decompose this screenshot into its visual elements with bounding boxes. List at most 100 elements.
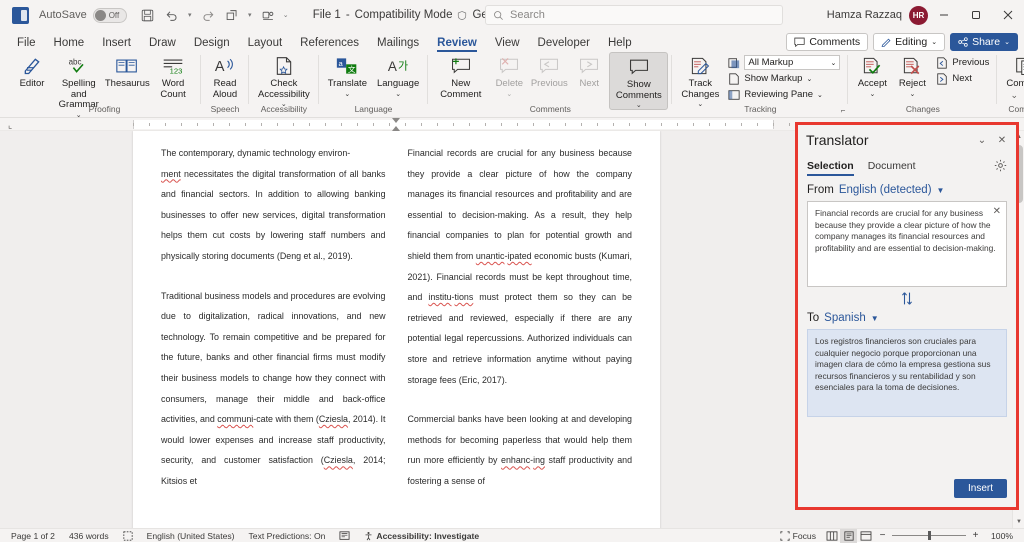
autosave-toggle[interactable]: Off: [93, 8, 127, 23]
accept-button[interactable]: Accept ⌄: [852, 52, 892, 98]
touch-mode-icon[interactable]: [257, 4, 279, 26]
zoom-thumb[interactable]: [928, 531, 931, 540]
tab-draw[interactable]: Draw: [140, 36, 185, 52]
print-layout-button[interactable]: [840, 529, 857, 543]
reject-button[interactable]: Reject ⌄: [892, 52, 932, 98]
save-icon[interactable]: [137, 4, 159, 26]
chevron-down-icon[interactable]: ▼: [937, 186, 945, 195]
gear-icon[interactable]: [994, 159, 1007, 172]
source-text-box[interactable]: Financial records are crucial for any bu…: [807, 201, 1007, 287]
tracking-dialog-launcher-icon[interactable]: ⌐: [841, 106, 846, 115]
word-count-indicator[interactable]: 436 words: [62, 529, 116, 543]
check-accessibility-button[interactable]: Check Accessibility ⌄: [253, 52, 315, 108]
tab-selection[interactable]: Selection: [807, 160, 854, 176]
tab-layout[interactable]: Layout: [239, 36, 292, 52]
tab-references[interactable]: References: [291, 36, 368, 52]
from-language-row[interactable]: From English (detected) ▼: [807, 184, 1007, 196]
repeat-dropdown-icon[interactable]: ▾: [245, 11, 255, 19]
focus-mode-button[interactable]: Focus: [773, 529, 823, 543]
to-language-row[interactable]: To Spanish ▼: [807, 312, 1007, 324]
new-comment-button[interactable]: New Comment: [432, 52, 489, 100]
tab-review[interactable]: Review: [428, 36, 486, 52]
translator-pane-body: Selection Document From English (detecte…: [798, 155, 1016, 507]
clear-source-icon[interactable]: ✕: [993, 206, 1001, 218]
editing-mode-button[interactable]: Editing ⌄: [873, 33, 945, 51]
tab-file[interactable]: File: [8, 36, 45, 52]
zoom-track[interactable]: [892, 535, 966, 536]
markup-display-row[interactable]: All Markup ⌄: [724, 55, 844, 70]
source-text: Financial records are crucial for any bu…: [815, 208, 996, 253]
translated-text-box[interactable]: Los registros financieros son cruciales …: [807, 329, 1007, 417]
tab-design[interactable]: Design: [185, 36, 239, 52]
language-button[interactable]: A가 Language ⌄: [372, 52, 424, 98]
reviewing-pane-button[interactable]: Reviewing Pane ⌄: [724, 87, 844, 102]
page-indicator[interactable]: Page 1 of 2: [4, 529, 62, 543]
new-comment-icon: [450, 55, 472, 77]
next-change-button[interactable]: Next: [932, 71, 993, 86]
markup-display-select[interactable]: All Markup ⌄: [744, 55, 840, 70]
tab-insert[interactable]: Insert: [93, 36, 140, 52]
customize-quick-access-icon[interactable]: ⌄: [281, 11, 291, 19]
quick-access-toolbar: ▾ ▾ ⌄: [137, 4, 291, 26]
editor-button[interactable]: Editor: [12, 52, 52, 90]
read-aloud-button[interactable]: A Read Aloud: [205, 52, 245, 100]
document-page[interactable]: The contemporary, dynamic technology env…: [133, 131, 660, 528]
scroll-down-icon[interactable]: ▼: [1013, 516, 1024, 528]
avatar[interactable]: HR: [909, 6, 928, 25]
translator-pane-header: Translator ⌄ ✕: [798, 125, 1016, 155]
redo-icon[interactable]: [197, 4, 219, 26]
minimize-button[interactable]: [928, 0, 960, 30]
proofing-status-icon[interactable]: [116, 529, 140, 543]
read-mode-button[interactable]: [823, 529, 840, 543]
tab-view[interactable]: View: [486, 36, 529, 52]
display-settings-icon[interactable]: [332, 529, 357, 543]
zoom-out-button[interactable]: −: [878, 530, 887, 541]
language-indicator[interactable]: English (United States): [140, 529, 242, 543]
share-button[interactable]: Share ⌄: [950, 33, 1018, 51]
zoom-in-button[interactable]: +: [971, 530, 980, 541]
focus-label: Focus: [793, 531, 816, 541]
undo-icon[interactable]: [161, 4, 183, 26]
tab-stop-selector-icon[interactable]: ⌞: [8, 120, 12, 131]
web-layout-button[interactable]: [857, 529, 874, 543]
tab-help[interactable]: Help: [599, 36, 641, 52]
search-input[interactable]: Search: [485, 5, 783, 25]
track-changes-button[interactable]: Track Changes ⌄: [676, 52, 724, 108]
tab-developer[interactable]: Developer: [529, 36, 599, 52]
previous-change-button[interactable]: Previous: [932, 55, 993, 70]
close-pane-icon[interactable]: ✕: [992, 130, 1012, 150]
accessibility-label: Accessibility: Investigate: [376, 531, 479, 541]
indent-markers[interactable]: [392, 118, 401, 131]
translate-button[interactable]: a文 Translate ⌄: [323, 52, 372, 98]
show-markup-button[interactable]: Show Markup ⌄: [724, 71, 844, 86]
pane-options-chevron-icon[interactable]: ⌄: [972, 130, 992, 150]
zoom-slider[interactable]: − +: [874, 530, 984, 541]
tab-mailings[interactable]: Mailings: [368, 36, 428, 52]
next-change-icon: [936, 73, 948, 85]
word-logo-icon: [12, 7, 29, 24]
restore-button[interactable]: [960, 0, 992, 30]
undo-dropdown-icon[interactable]: ▾: [185, 11, 195, 19]
from-language-value[interactable]: English (detected): [839, 184, 932, 196]
zoom-level-label[interactable]: 100%: [984, 529, 1020, 543]
check-accessibility-label: Check Accessibility: [258, 79, 310, 100]
thesaurus-button[interactable]: Thesaurus: [105, 52, 149, 90]
accessibility-indicator[interactable]: Accessibility: Investigate: [357, 529, 486, 543]
pencil-icon: [881, 37, 891, 47]
tab-home[interactable]: Home: [45, 36, 94, 52]
swap-languages-button[interactable]: [807, 287, 1007, 309]
comments-button[interactable]: Comments: [786, 33, 868, 51]
show-comments-button[interactable]: Show Comments ⌄: [609, 52, 668, 110]
language-label: Language: [377, 79, 419, 90]
repeat-icon[interactable]: [221, 4, 243, 26]
user-account-area[interactable]: Hamza Razzaq HR: [827, 0, 928, 30]
insert-button[interactable]: Insert: [954, 479, 1007, 498]
chevron-down-icon: ⌄: [931, 38, 937, 46]
close-button[interactable]: [992, 0, 1024, 30]
to-language-value[interactable]: Spanish: [824, 312, 866, 324]
chevron-down-icon[interactable]: ▼: [871, 314, 879, 323]
tab-document[interactable]: Document: [868, 160, 916, 176]
collapse-ribbon-icon[interactable]: ⌄: [1010, 90, 1018, 101]
text-predictions-indicator[interactable]: Text Predictions: On: [242, 529, 333, 543]
word-count-button[interactable]: 123 Word Count: [149, 52, 197, 100]
